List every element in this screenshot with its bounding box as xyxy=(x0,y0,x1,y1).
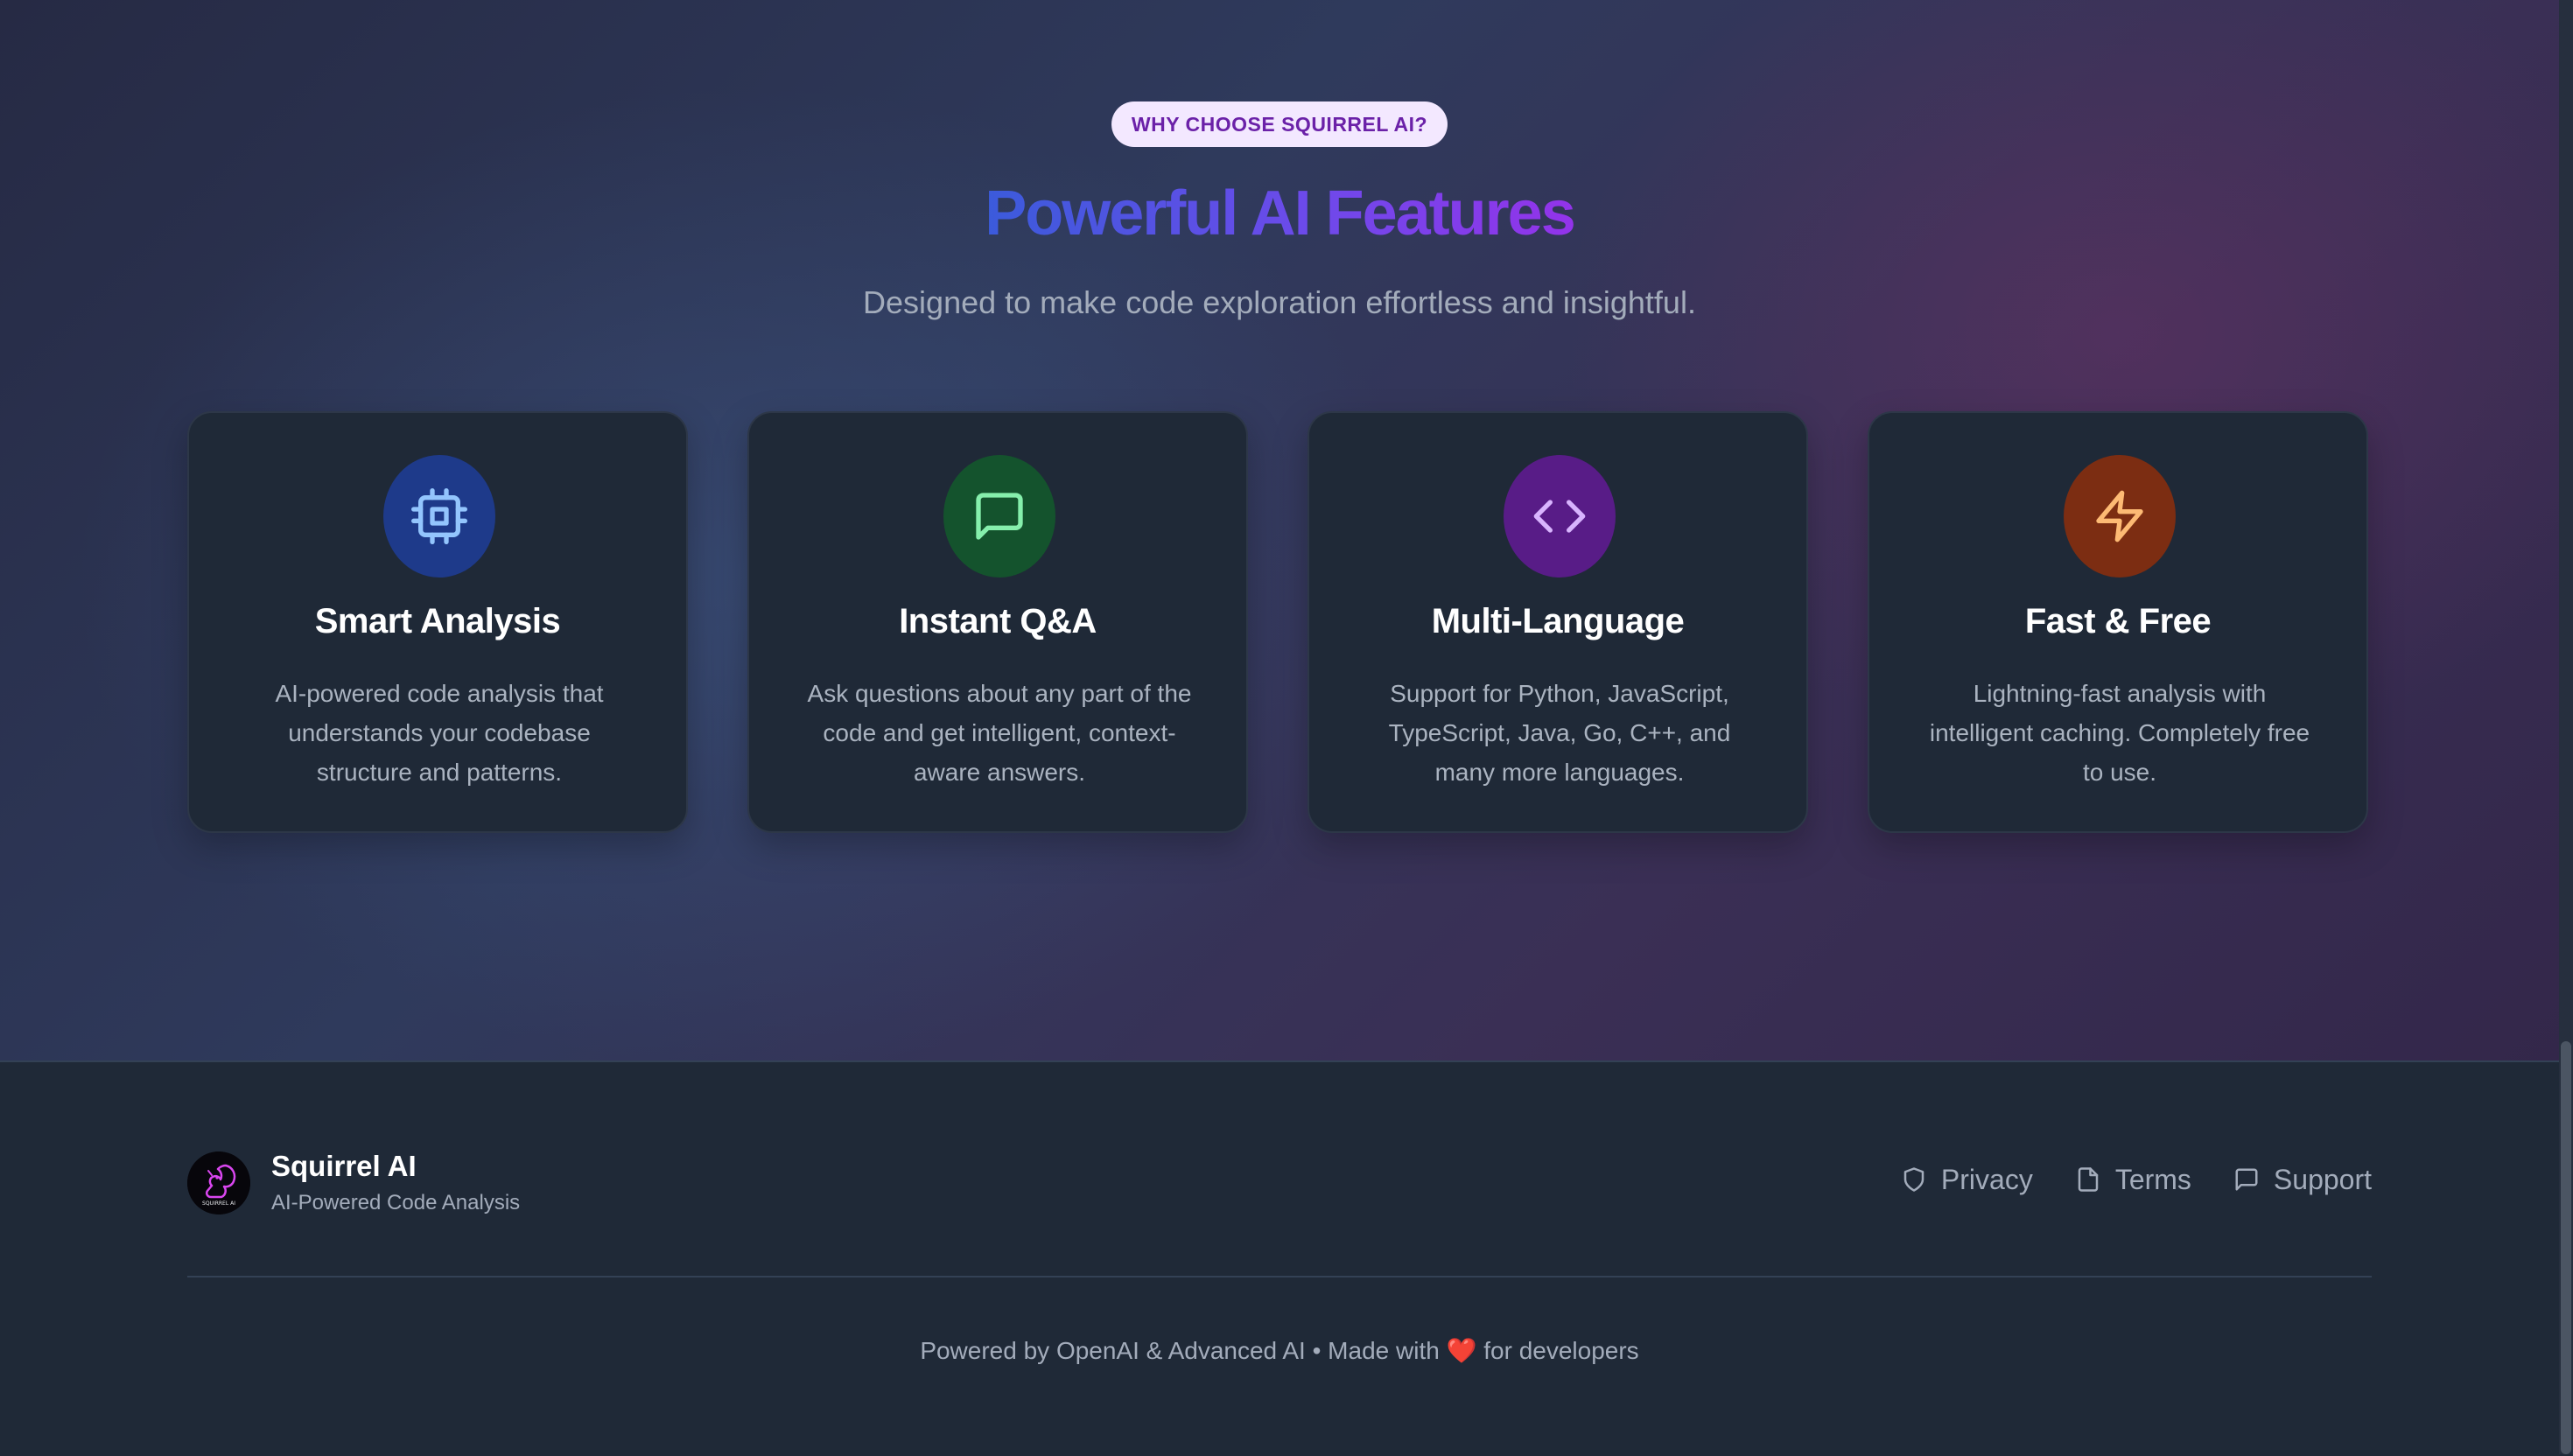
footer-link-label: Support xyxy=(2273,1164,2372,1195)
footer-divider xyxy=(187,1276,2372,1278)
features-section: WHY CHOOSE SQUIRREL AI? Powerful AI Feat… xyxy=(0,0,2573,1060)
footer-credit: Powered by OpenAI & Advanced AI • Made w… xyxy=(0,1332,2559,1370)
feature-card-instant-qa: Instant Q&A Ask questions about any part… xyxy=(747,411,1248,833)
credit-prefix: Powered by OpenAI & Advanced AI • Made w… xyxy=(920,1337,1440,1364)
shield-icon xyxy=(1903,1167,1924,1192)
brand-name[interactable]: Squirrel AI xyxy=(271,1148,417,1185)
feature-card-description: Ask questions about any part of the code… xyxy=(807,680,1192,786)
message-square-icon xyxy=(943,455,1055,578)
credit-suffix: for developers xyxy=(1483,1337,1639,1364)
footer-link-privacy[interactable]: Privacy xyxy=(1901,1160,2033,1199)
zap-icon xyxy=(2064,455,2176,578)
feature-card-title: Multi-Language xyxy=(1431,602,1685,640)
brand-tagline: AI-Powered Code Analysis xyxy=(271,1191,521,1214)
file-icon xyxy=(2078,1167,2099,1192)
cpu-icon xyxy=(383,455,495,578)
footer-link-label: Terms xyxy=(2114,1164,2191,1195)
heart-icon: ❤️ xyxy=(1446,1337,1477,1364)
feature-card-multi-language: Multi-Language Support for Python, JavaS… xyxy=(1308,411,1808,833)
feature-card-description: Lightning-fast analysis with intelligent… xyxy=(1929,680,2310,786)
feature-card-title: Instant Q&A xyxy=(899,602,1097,640)
brand-logo[interactable]: SQUIRREL AI xyxy=(187,1152,250,1214)
section-subtitle: Designed to make code exploration effort… xyxy=(863,284,1696,320)
footer-link-terms[interactable]: Terms xyxy=(2075,1160,2191,1199)
section-heading: Powerful AI Features xyxy=(0,172,2559,256)
feature-card-description: Support for Python, JavaScript, TypeScri… xyxy=(1388,680,1731,786)
feature-card-title: Smart Analysis xyxy=(314,602,561,640)
squirrel-logo-icon: SQUIRREL AI xyxy=(187,1152,250,1214)
scrollbar-thumb[interactable] xyxy=(2561,1041,2571,1454)
section-eyebrow-badge: WHY CHOOSE SQUIRREL AI? xyxy=(1111,102,1448,147)
feature-card-title: Fast & Free xyxy=(2024,602,2212,640)
page-scrollbar[interactable] xyxy=(2559,0,2573,1454)
site-footer: SQUIRREL AI Squirrel AI AI-Powered Code … xyxy=(0,1060,2559,1456)
section-heading-text: Powerful AI Features xyxy=(985,178,1575,248)
brand-logo-text: SQUIRREL AI xyxy=(202,1200,235,1207)
feature-card-description: AI-powered code analysis that understand… xyxy=(275,680,604,786)
feature-card-fast-free: Fast & Free Lightning-fast analysis with… xyxy=(1868,411,2368,833)
footer-link-label: Privacy xyxy=(1940,1164,2033,1195)
message-square-icon xyxy=(2235,1168,2258,1191)
footer-nav: Privacy Terms Support xyxy=(1901,1160,2372,1199)
code-icon xyxy=(1504,455,1616,578)
footer-link-support[interactable]: Support xyxy=(2233,1160,2372,1199)
feature-card-smart-analysis: Smart Analysis AI-powered code analysis … xyxy=(187,411,688,833)
